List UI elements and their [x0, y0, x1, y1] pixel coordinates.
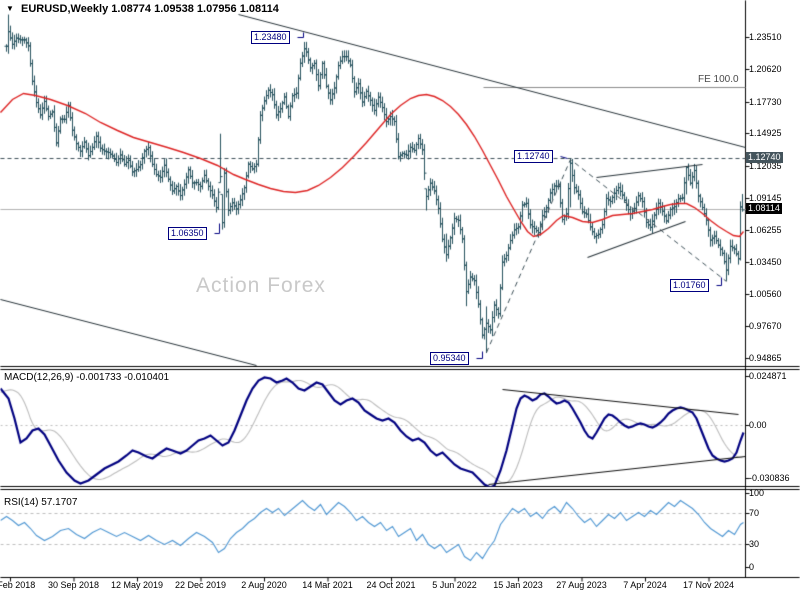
date-axis-label: 27 Aug 2023	[556, 580, 607, 590]
chart-window: Action Forex ▼ EURUSD,Weekly 1.08774 1.0…	[0, 0, 800, 600]
price-axis-label: 1.14925	[749, 128, 782, 138]
date-axis-label: 17 Nov 2024	[682, 580, 735, 590]
rsi-axis-label: 30	[749, 539, 760, 549]
date-axis-label: 15 Jan 2023	[493, 580, 543, 590]
macd-axis-label: 0.00	[749, 420, 767, 430]
price-axis-label: 1.20620	[749, 64, 782, 74]
rsi-axis-label: 70	[749, 508, 760, 518]
price-axis-label: 1.09145	[749, 193, 782, 203]
price-level-callout: 0.95340	[430, 352, 469, 365]
price-axis-label: 1.23510	[749, 32, 782, 42]
price-level-callout: 1.23480	[251, 31, 290, 44]
macd-axis-label: -0.030836	[749, 473, 790, 483]
price-axis-label: 0.97670	[749, 321, 782, 331]
price-level-callout: 1.06350	[168, 227, 207, 240]
macd-indicator-label: MACD(12,26,9) -0.001733 -0.010401	[4, 372, 170, 383]
rsi-indicator-label: RSI(14) 57.1707	[4, 497, 78, 508]
price-level-callout: 1.01760	[670, 279, 709, 292]
chart-title: EURUSD,Weekly 1.08774 1.09538 1.07956 1.…	[21, 3, 279, 15]
date-axis-label: 12 May 2019	[110, 580, 164, 590]
date-axis-label: 7 Apr 2024	[623, 580, 667, 590]
chart-canvas[interactable]	[0, 0, 800, 600]
macd-axis-label: 0.024871	[749, 371, 787, 381]
price-level-callout: 1.12740	[514, 150, 553, 163]
price-axis-label: 1.00560	[749, 289, 782, 299]
rsi-axis-label: 100	[749, 488, 765, 498]
date-axis-label: 5 Jun 2022	[432, 580, 477, 590]
fibonacci-extension-label: FE 100.0	[698, 74, 739, 85]
price-axis-label: 1.17730	[749, 97, 782, 107]
current-price-tag: 1.08114	[746, 203, 782, 214]
date-axis-label: 18 Feb 2018	[0, 580, 36, 590]
date-axis-label: 2 Aug 2020	[241, 580, 287, 590]
rsi-axis-label: 0	[749, 562, 755, 572]
date-axis-label: 14 Mar 2021	[302, 580, 353, 590]
collapse-arrow-icon[interactable]: ▼	[6, 4, 14, 13]
level-price-tag: 1.12740	[746, 152, 783, 163]
date-axis-label: 22 Dec 2019	[174, 580, 227, 590]
price-axis-label: 1.03450	[749, 257, 782, 267]
price-axis-label: 1.06255	[749, 225, 782, 235]
date-axis-label: 24 Oct 2021	[366, 580, 416, 590]
price-axis-label: 0.94865	[749, 353, 782, 363]
date-axis-label: 30 Sep 2018	[47, 580, 100, 590]
